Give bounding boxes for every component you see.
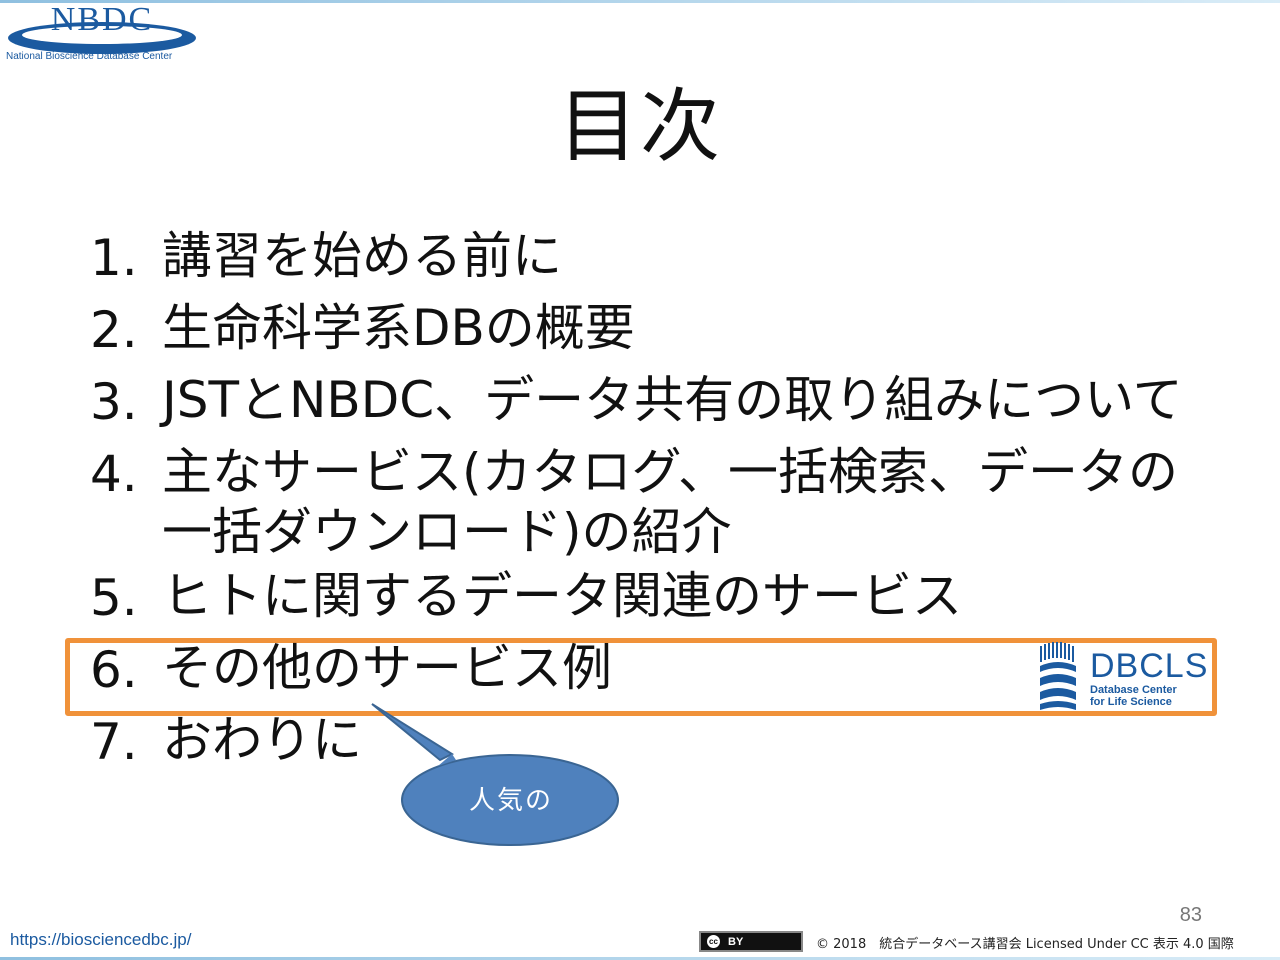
toc-item-text: おわりに: [162, 711, 362, 769]
nbdc-wordmark: NBDC: [51, 1, 153, 38]
toc-item-text: ヒトに関するデータ関連のサービス: [162, 567, 962, 625]
cc-icon: cc: [705, 933, 722, 950]
toc-item-text: 生命科学系DBの概要: [162, 299, 635, 357]
toc-item-5: 5. ヒトに関するデータ関連のサービス: [90, 566, 1210, 630]
toc-item-text: 主なサービス(カタログ、一括検索、データの一括ダウンロード)の紹介: [162, 443, 1179, 561]
dbcls-line1: Database Center: [1090, 684, 1177, 696]
toc-item-text: JSTとNBDC、データ共有の取り組みについて: [162, 371, 1183, 429]
toc-item-number: 2.: [90, 301, 138, 359]
dbcls-name: DBCLS: [1090, 647, 1209, 685]
callout-bubble: [371, 703, 619, 846]
toc-item-number: 6.: [90, 641, 138, 699]
cc-license-badge[interactable]: cc BY: [699, 931, 803, 952]
copyright-notice: © 2018 統合データベース講習会 Licensed Under CC 表示 …: [816, 937, 1234, 952]
footer-url[interactable]: https://biosciencedbc.jp/: [10, 930, 191, 950]
callout-text: 人気の: [468, 786, 553, 816]
toc-item-text: 講習を始める前に: [162, 227, 562, 285]
toc-item-number: 4.: [90, 445, 138, 503]
toc-item-7: 7. おわりに: [90, 710, 1210, 774]
nbdc-subtitle: National Bioscience Database Center: [6, 51, 173, 62]
toc-item-1: 1. 講習を始める前に: [90, 226, 1210, 290]
toc-item-4: 4. 主なサービス(カタログ、一括検索、データの一括ダウンロード)の紹介: [90, 442, 1210, 562]
toc-item-number: 1.: [90, 229, 138, 287]
toc-item-number: 7.: [90, 713, 138, 771]
toc-item-number: 3.: [90, 373, 138, 431]
page-number: 83: [1179, 904, 1202, 926]
dbcls-line2: for Life Science: [1090, 696, 1172, 708]
slide-title: 目次: [558, 80, 722, 173]
toc-item-number: 5.: [90, 569, 138, 627]
toc-item-3: 3. JSTとNBDC、データ共有の取り組みについて: [90, 370, 1210, 434]
cc-by-label: BY: [728, 935, 744, 948]
toc-item-2: 2. 生命科学系DBの概要: [90, 298, 1210, 362]
dbcls-logo-text: DBCLS Database Center for Life Science: [1090, 648, 1208, 708]
